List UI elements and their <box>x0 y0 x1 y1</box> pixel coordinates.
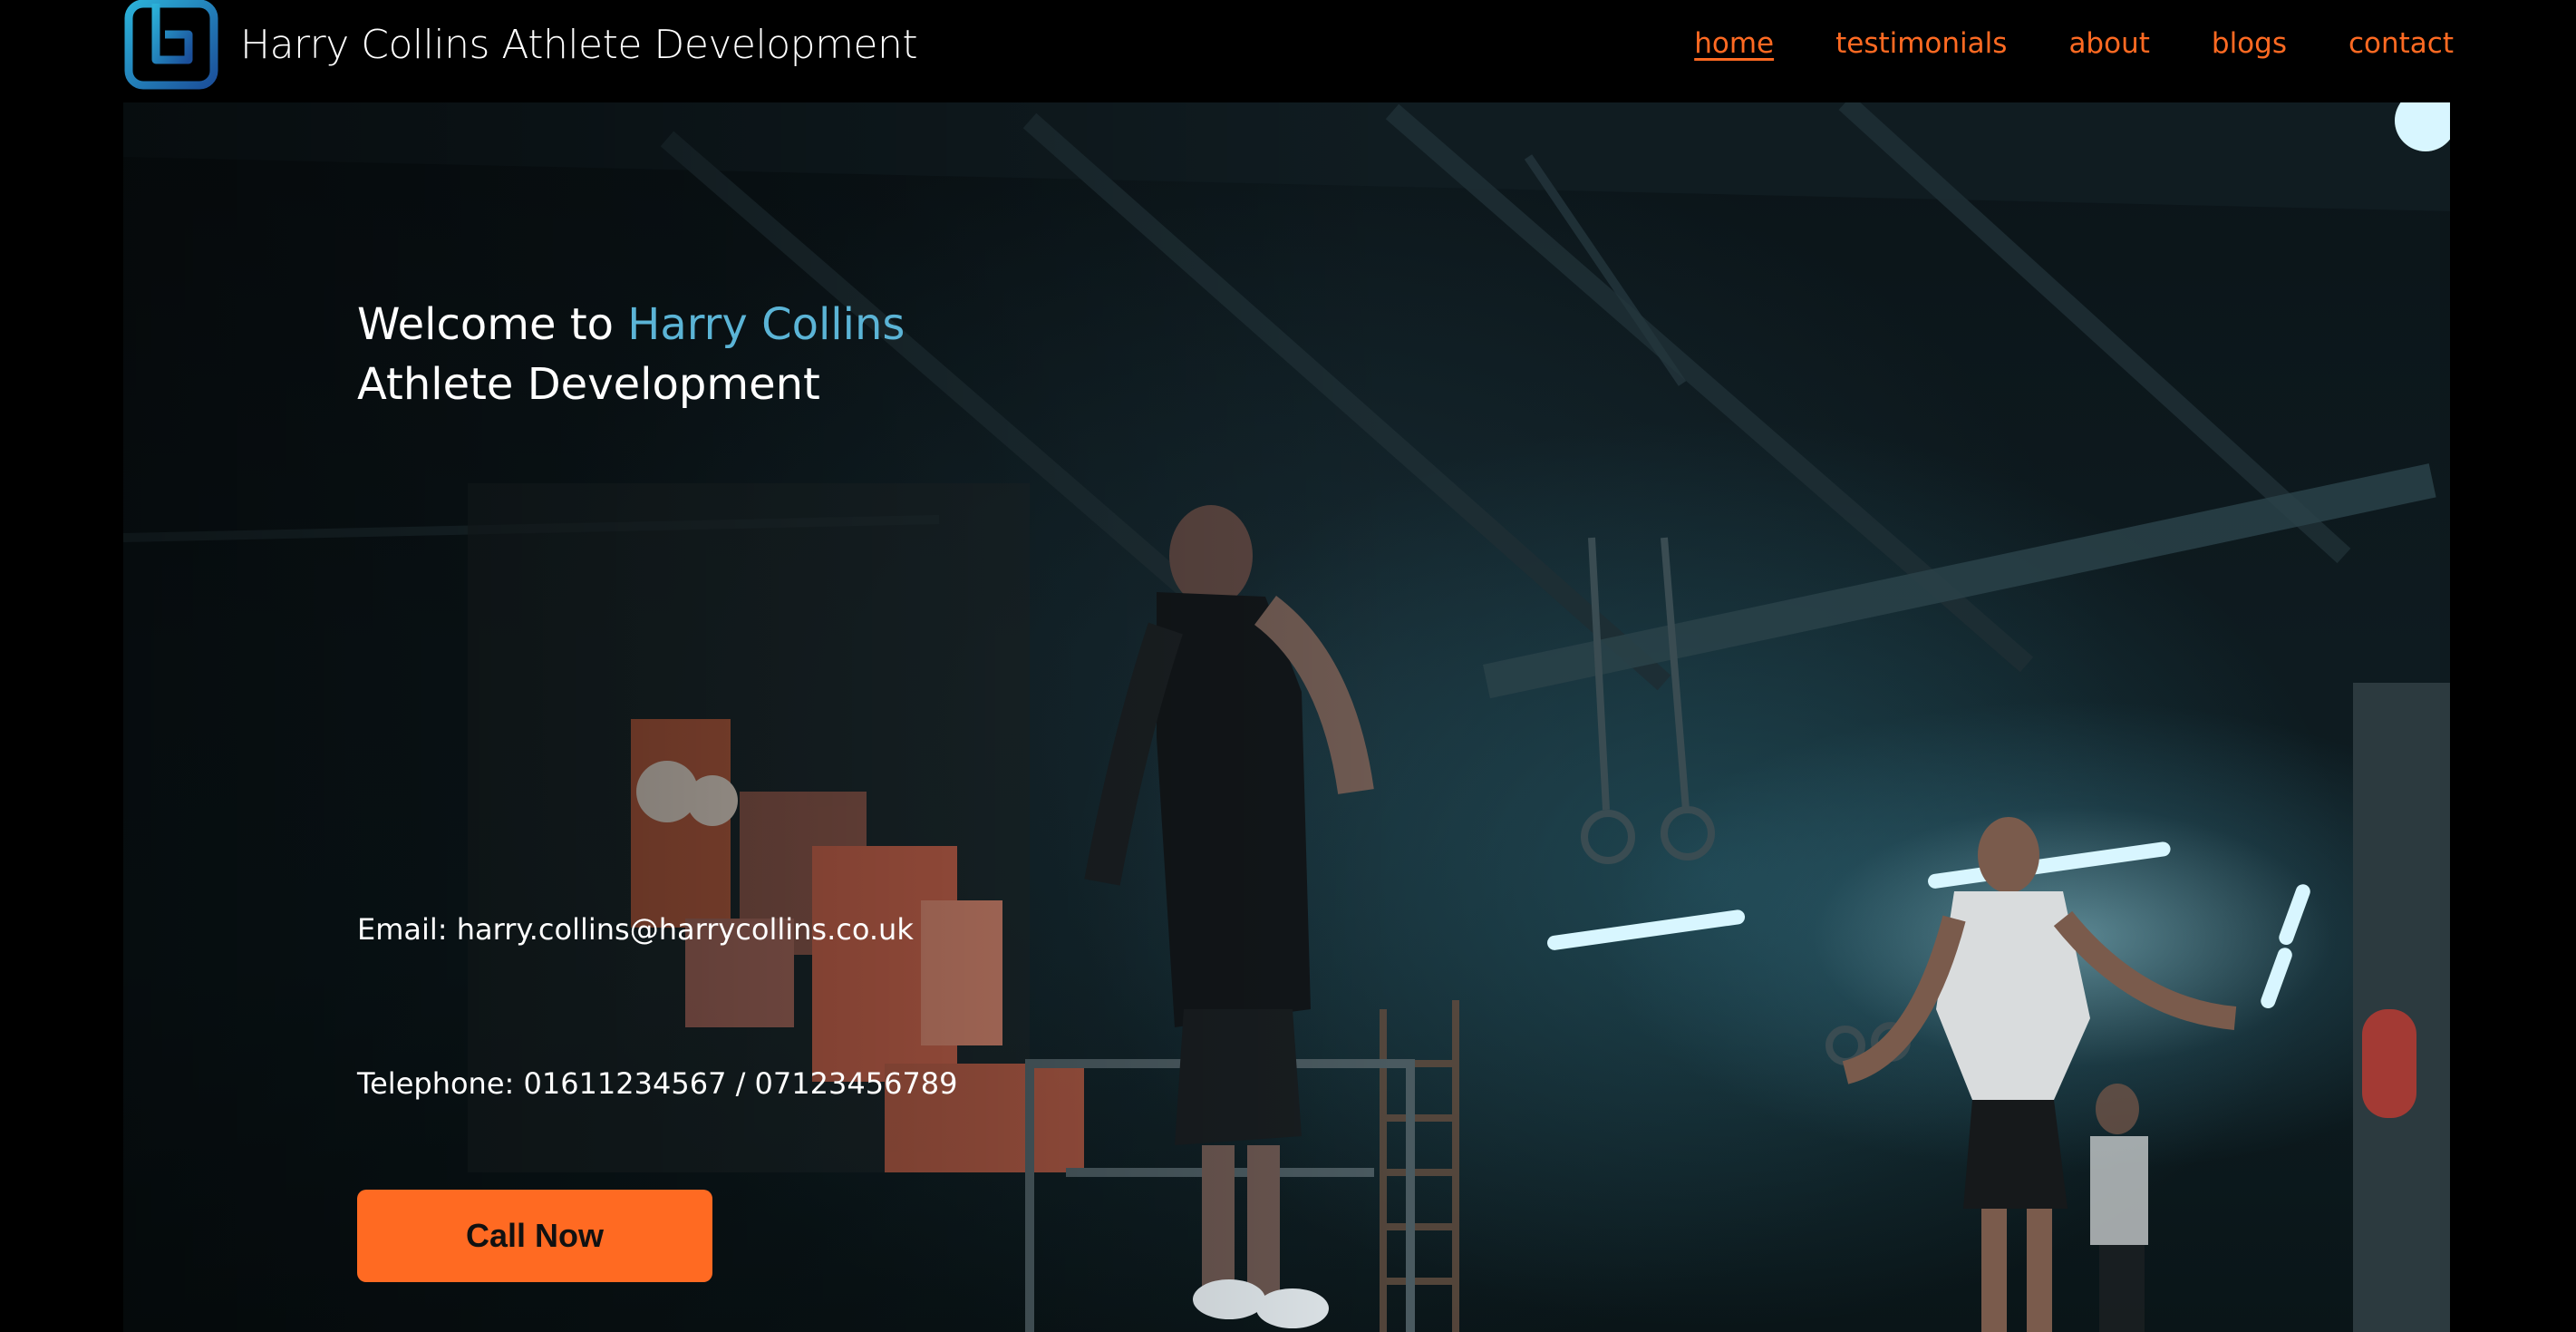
nav-home[interactable]: home <box>1694 27 1774 60</box>
hero-overlay <box>123 102 2450 1332</box>
hero-section <box>123 102 2450 1332</box>
main-nav: home testimonials about blogs contact <box>1694 27 2454 60</box>
hero-title-prefix: Welcome to <box>357 299 628 350</box>
nav-contact[interactable]: contact <box>2348 27 2454 60</box>
nav-about[interactable]: about <box>2068 27 2149 60</box>
hero-title: Welcome to Harry Collins Athlete Develop… <box>357 295 905 414</box>
hero-title-suffix: Athlete Development <box>357 359 820 410</box>
brand-name[interactable]: Harry Collins Athlete Development <box>240 22 918 68</box>
nav-testimonials[interactable]: testimonials <box>1835 27 2007 60</box>
email-text[interactable]: Email: harry.collins@harrycollins.co.uk <box>357 912 914 947</box>
telephone-text[interactable]: Telephone: 01611234567 / 07123456789 <box>357 1066 958 1101</box>
page: Harry Collins Athlete Development home t… <box>0 0 2576 1332</box>
navbar: Harry Collins Athlete Development home t… <box>0 0 2576 102</box>
nav-blogs[interactable]: blogs <box>2212 27 2287 60</box>
square-logo-icon[interactable] <box>123 0 219 91</box>
call-now-button[interactable]: Call Now <box>357 1190 712 1282</box>
hero-title-accent: Harry Collins <box>627 299 905 350</box>
